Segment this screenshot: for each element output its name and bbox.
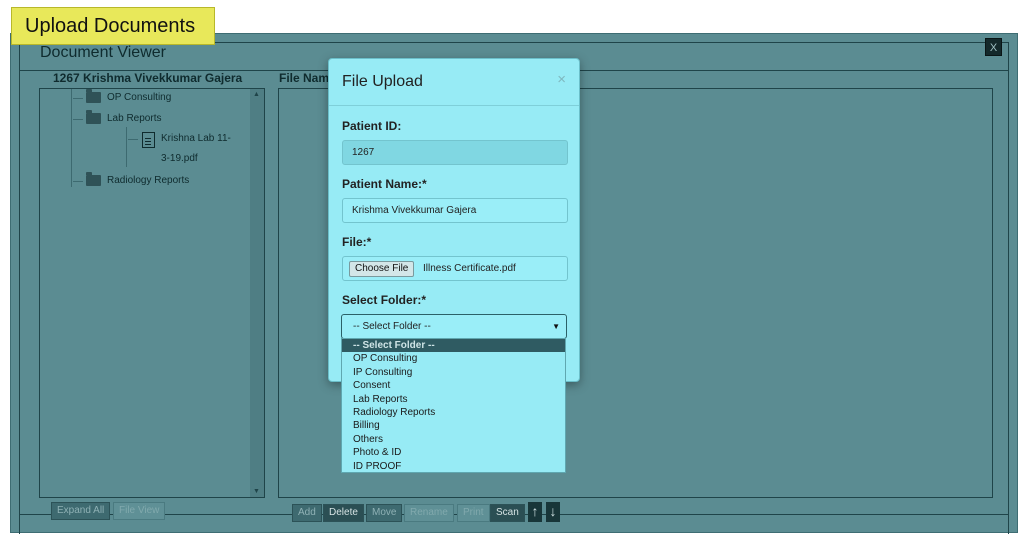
close-icon[interactable]: ×	[557, 71, 566, 88]
folder-icon	[86, 172, 101, 186]
patient-id-label: Patient ID:	[342, 119, 402, 133]
scroll-up-icon[interactable]: ▲	[253, 91, 260, 98]
select-folder-value: -- Select Folder --	[353, 321, 431, 332]
document-icon	[142, 132, 155, 148]
move-up-icon[interactable]: ↑	[528, 502, 542, 522]
document-viewer-title: Document Viewer	[40, 44, 166, 61]
folder-icon	[86, 89, 101, 103]
chevron-down-icon: ▼	[552, 322, 560, 331]
option-id-proof[interactable]: ID PROOF	[342, 460, 565, 473]
option-select-folder[interactable]: -- Select Folder --	[342, 339, 565, 353]
folder-open-icon	[86, 110, 101, 124]
tree-connector	[126, 127, 127, 167]
tree-connector	[73, 119, 83, 120]
option-consent[interactable]: Consent	[342, 379, 565, 392]
expand-all-button[interactable]: Expand All	[51, 502, 111, 520]
tree-item-op-consulting[interactable]: OP Consulting	[86, 89, 172, 103]
file-name-line-1: Krishna Lab 11-	[161, 133, 231, 144]
option-billing[interactable]: Billing	[342, 419, 565, 432]
tree-item-label: Lab Reports	[107, 113, 162, 124]
scan-button[interactable]: Scan	[490, 504, 525, 522]
tree-connector	[73, 181, 83, 182]
option-photo-id[interactable]: Photo & ID	[342, 446, 565, 459]
tree-connector	[128, 139, 138, 140]
close-viewer-button[interactable]: X	[985, 38, 1002, 56]
option-radiology-reports[interactable]: Radiology Reports	[342, 406, 565, 419]
rename-button[interactable]: Rename	[404, 504, 454, 522]
patient-id-field: 1267	[342, 140, 568, 165]
delete-button[interactable]: Delete	[323, 504, 364, 522]
move-down-icon[interactable]: ↓	[546, 502, 560, 522]
patient-name-label: Patient Name:*	[342, 177, 427, 191]
option-op-consulting[interactable]: OP Consulting	[342, 352, 565, 365]
chosen-file-name: Illness Certificate.pdf	[423, 263, 516, 274]
print-button[interactable]: Print	[457, 504, 490, 522]
select-folder-label: Select Folder:*	[342, 293, 427, 307]
move-button[interactable]: Move	[366, 504, 403, 522]
patient-heading: 1267 Krishma Vivekkumar Gajera	[53, 71, 243, 85]
patient-name-field[interactable]: Krishma Vivekkumar Gajera	[342, 198, 568, 223]
scroll-down-icon[interactable]: ▼	[253, 488, 260, 495]
file-label: File:*	[342, 235, 372, 249]
tree-item-label: Krishna Lab 11- 3-19.pdf	[161, 129, 231, 169]
folder-tree-panel: ▲ ▼ OP Consulting Lab Reports Krishna La…	[39, 88, 265, 498]
add-button[interactable]: Add	[292, 504, 322, 522]
select-folder-dropdown[interactable]: -- Select Folder -- ▼	[341, 314, 567, 339]
tree-scrollbar[interactable]: ▲ ▼	[250, 89, 264, 497]
file-name-line-2: 3-19.pdf	[161, 153, 198, 164]
divider	[329, 105, 579, 106]
tree-connector	[71, 89, 72, 187]
select-folder-options: -- Select Folder -- OP Consulting IP Con…	[341, 338, 566, 473]
file-name-column-header: File Nam	[279, 71, 330, 85]
tree-item-radiology-reports[interactable]: Radiology Reports	[86, 172, 190, 186]
file-input[interactable]: Choose File Illness Certificate.pdf	[342, 256, 568, 281]
option-ip-consulting[interactable]: IP Consulting	[342, 366, 565, 379]
option-lab-reports[interactable]: Lab Reports	[342, 393, 565, 406]
modal-title: File Upload	[342, 73, 423, 90]
choose-file-button[interactable]: Choose File	[349, 261, 415, 277]
tree-item-label: OP Consulting	[107, 92, 172, 103]
page-title: Upload Documents	[11, 7, 215, 45]
tree-connector	[73, 98, 83, 99]
tree-item-krishna-lab-pdf[interactable]: Krishna Lab 11- 3-19.pdf	[142, 132, 231, 169]
option-others[interactable]: Others	[342, 433, 565, 446]
file-view-button[interactable]: File View	[113, 502, 166, 520]
tree-item-label: Radiology Reports	[107, 175, 190, 186]
tree-item-lab-reports[interactable]: Lab Reports	[86, 110, 162, 124]
